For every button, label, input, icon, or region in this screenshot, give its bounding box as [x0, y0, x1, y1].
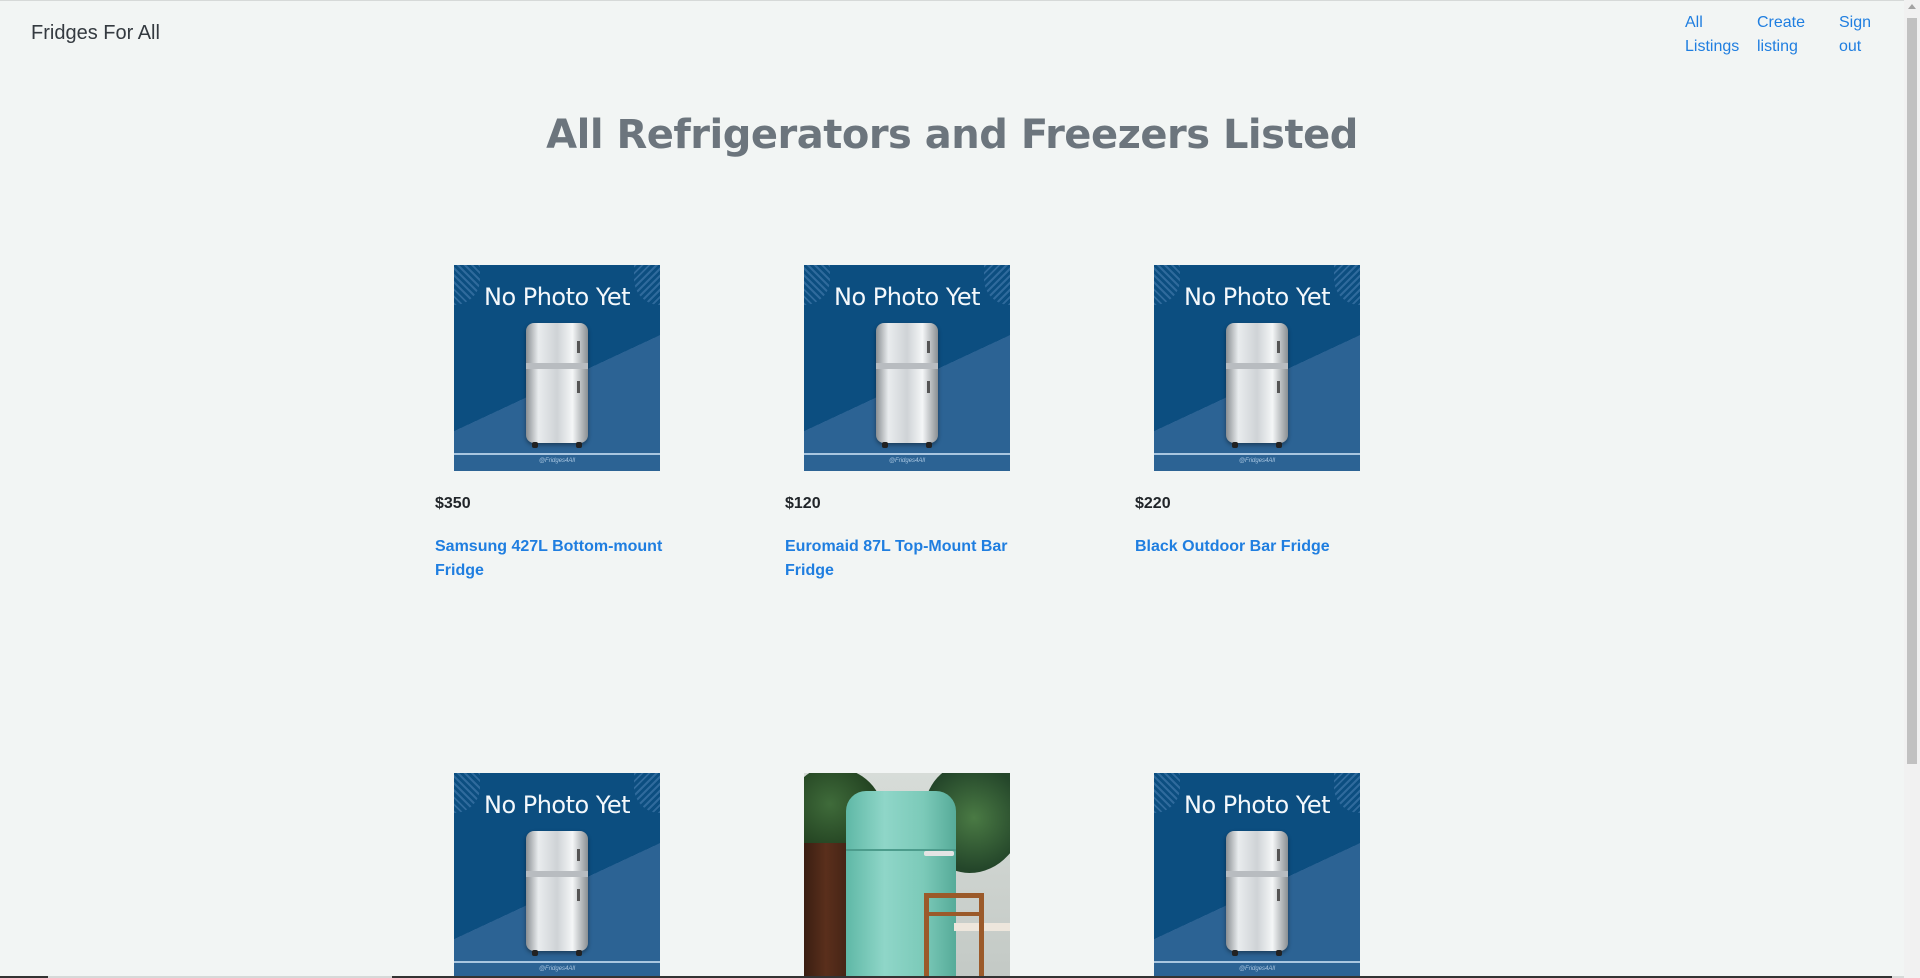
scrollbar-thumb[interactable]: [1907, 18, 1917, 764]
no-photo-text: No Photo Yet: [1183, 791, 1331, 819]
listing-image[interactable]: No Photo Yet @Fridges4All: [1154, 773, 1360, 978]
listing-image[interactable]: No Photo Yet @Fridges4All: [804, 265, 1010, 471]
fridge-icon: [526, 323, 588, 448]
fridge-icon: [1226, 831, 1288, 956]
scroll-up-arrow-icon[interactable]: [1908, 4, 1916, 9]
no-photo-text: No Photo Yet: [483, 283, 631, 311]
image-credit: @Fridges4All: [538, 458, 576, 464]
image-credit: @Fridges4All: [538, 966, 576, 972]
listing-image[interactable]: No Photo Yet @Fridges4All: [454, 265, 660, 471]
no-photo-text: No Photo Yet: [1183, 283, 1331, 311]
no-photo-text: No Photo Yet: [483, 791, 631, 819]
divider: [1154, 961, 1360, 963]
nav-all-listings[interactable]: All Listings: [1685, 11, 1743, 59]
fridge-icon: [1226, 323, 1288, 448]
listing-title-link[interactable]: Euromaid 87L Top-Mount Bar Fridge: [785, 535, 1015, 583]
image-credit: @Fridges4All: [1238, 966, 1276, 972]
listing-price: $120: [785, 495, 821, 512]
no-photo-text: No Photo Yet: [833, 283, 981, 311]
navbar: Fridges For All All Listings Create list…: [0, 0, 1904, 68]
listing-image[interactable]: No Photo Yet @Fridges4All: [454, 773, 660, 978]
fridge-icon: [526, 831, 588, 956]
chair: [924, 893, 984, 978]
listing-image[interactable]: No Photo Yet @Fridges4All: [1154, 265, 1360, 471]
divider: [804, 453, 1010, 455]
listing-image[interactable]: [804, 773, 1010, 978]
listing-price: $220: [1135, 495, 1171, 512]
divider: [454, 453, 660, 455]
nav-sign-out[interactable]: Sign out: [1839, 11, 1879, 59]
divider: [1154, 453, 1360, 455]
vertical-scrollbar[interactable]: [1904, 0, 1920, 978]
image-credit: @Fridges4All: [888, 458, 926, 464]
nav-links: All Listings Create listing Sign out: [1685, 11, 1879, 59]
nav-create-listing[interactable]: Create listing: [1757, 11, 1825, 59]
listing-title-link[interactable]: Samsung 427L Bottom-mount Fridge: [435, 535, 665, 583]
image-credit: @Fridges4All: [1238, 458, 1276, 464]
listing-title-link[interactable]: Black Outdoor Bar Fridge: [1135, 535, 1365, 559]
page-title: All Refrigerators and Freezers Listed: [546, 112, 1358, 158]
listing-price: $350: [435, 495, 471, 512]
fridge-icon: [876, 323, 938, 448]
divider: [454, 961, 660, 963]
brand-link[interactable]: Fridges For All: [31, 22, 160, 45]
